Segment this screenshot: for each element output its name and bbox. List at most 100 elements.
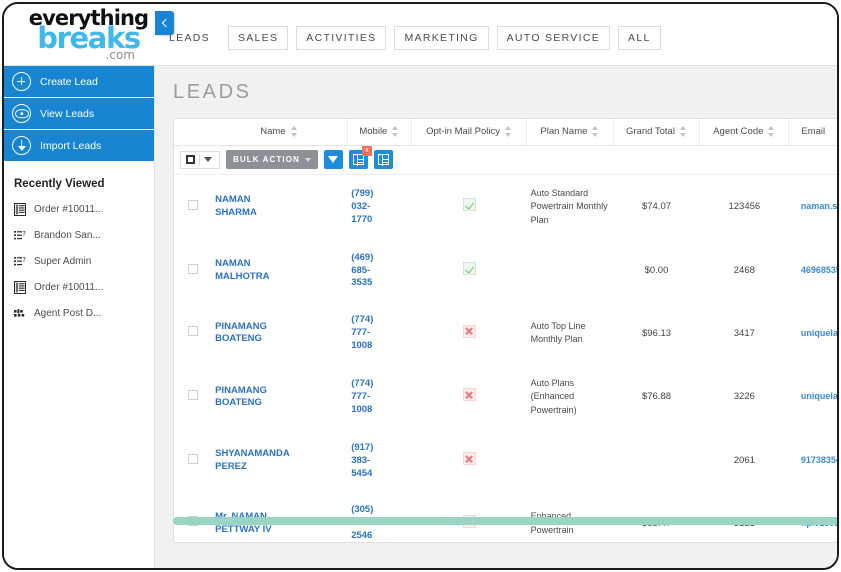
email-link[interactable]: naman.sharma@brainvire.c — [801, 201, 839, 211]
cell-optin — [412, 430, 527, 492]
cell-optin — [412, 175, 527, 240]
nav-tab-all[interactable]: ALL — [618, 26, 661, 50]
th-agent-code[interactable]: Agent Code — [700, 119, 789, 145]
table-row[interactable]: NAMAN SHARMA (799) 032-1770 Auto Standar… — [174, 175, 839, 240]
name-link[interactable]: NAMAN SHARMA — [215, 194, 275, 220]
cell-row-checkbox[interactable] — [174, 430, 211, 492]
name-link[interactable]: SHYANAMANDA PEREZ — [215, 448, 275, 474]
horizontal-scrollbar-track[interactable] — [173, 517, 839, 525]
sort-icon[interactable] — [505, 126, 512, 137]
cell-row-checkbox[interactable] — [174, 175, 211, 240]
email-link[interactable]: uniquelady154@gmail.com — [801, 391, 839, 401]
main-nav: LEADS SALES ACTIVITIES MARKETING AUTO SE… — [159, 26, 661, 50]
row-checkbox[interactable] — [188, 390, 198, 400]
recent-item-agent-post[interactable]: Agent Post D... — [4, 300, 154, 326]
sidebar-collapse-button[interactable] — [155, 11, 174, 35]
cell-email: naman.sharma@brainvire.c — [789, 175, 839, 240]
recent-label-brandon: Brandon San... — [34, 230, 101, 241]
email-link[interactable]: uniquelady154@gmail.com — [801, 328, 839, 338]
checkbox-icon[interactable] — [186, 155, 195, 164]
sidebar-item-view-leads[interactable]: View Leads — [4, 98, 154, 130]
nav-tab-auto-service[interactable]: AUTO SERVICE — [497, 26, 610, 50]
recent-item-order-1[interactable]: Order #10011... — [4, 196, 154, 222]
sort-icon[interactable] — [680, 126, 687, 137]
sidebar-label-create-lead: Create Lead — [40, 76, 98, 88]
sort-icon[interactable] — [768, 126, 775, 137]
cell-mobile: (917) 383-5454 — [347, 430, 411, 492]
sidebar-item-import-leads[interactable]: Import Leads — [4, 130, 154, 162]
th-mobile[interactable]: Mobile — [347, 119, 411, 145]
sort-icon[interactable] — [291, 126, 298, 137]
svg-text:?: ? — [22, 256, 26, 264]
optin-yes-icon — [463, 198, 476, 211]
cell-row-checkbox[interactable] — [174, 240, 211, 302]
plan-name-text: Auto Plans (Enhanced Powertrain) — [531, 378, 577, 416]
row-checkbox[interactable] — [188, 326, 198, 336]
cell-row-checkbox[interactable] — [174, 302, 211, 364]
cell-row-checkbox[interactable] — [174, 365, 211, 430]
mobile-link[interactable]: (799) 032-1770 — [351, 188, 379, 226]
th-grand-total[interactable]: Grand Total — [613, 119, 700, 145]
th-label-name: Name — [260, 126, 285, 137]
cell-optin — [412, 240, 527, 302]
agent-code-text: 123456 — [728, 201, 760, 212]
recent-item-super-admin[interactable]: ? Super Admin — [4, 248, 154, 274]
list-view-button[interactable] — [374, 150, 393, 169]
nav-tab-marketing[interactable]: MARKETING — [394, 26, 488, 50]
th-name[interactable]: Name — [211, 119, 347, 145]
email-link[interactable]: 9173835454@eb.com — [801, 455, 839, 465]
funnel-icon — [328, 156, 338, 163]
mobile-link[interactable]: (774) 777-1008 — [351, 378, 379, 416]
table-row[interactable]: SHYANAMANDA PEREZ (917) 383-5454 2061 91… — [174, 430, 839, 492]
th-label-grand-total: Grand Total — [626, 126, 675, 137]
sidebar-item-create-lead[interactable]: Create Lead — [4, 66, 154, 98]
sidebar: Create Lead View Leads Import Leads Rece… — [4, 66, 155, 570]
agent-code-text: 3226 — [734, 391, 755, 402]
nav-tab-activities[interactable]: ACTIVITIES — [296, 26, 386, 50]
row-checkbox[interactable] — [188, 264, 198, 274]
name-link[interactable]: PINAMANG BOATENG — [215, 385, 275, 411]
brand-logo[interactable]: everything breaks .com — [26, 8, 151, 64]
table-row[interactable]: PINAMANG BOATENG (774) 777-1008 Auto Pla… — [174, 365, 839, 430]
cell-email: 4696853535@eb.com — [789, 240, 839, 302]
mobile-link[interactable]: (774) 777-1008 — [351, 314, 379, 352]
agent-code-text: 2468 — [734, 265, 755, 276]
row-checkbox[interactable] — [188, 200, 198, 210]
sort-icon[interactable] — [392, 126, 399, 137]
page-title: LEADS — [173, 81, 839, 104]
chevron-down-icon — [305, 158, 311, 162]
select-all-dropdown[interactable] — [180, 151, 220, 169]
recent-item-brandon[interactable]: ? Brandon San... — [4, 222, 154, 248]
cell-plan: Auto Top Line Monthly Plan — [527, 302, 614, 364]
th-email[interactable]: Email — [789, 119, 839, 145]
row-checkbox[interactable] — [188, 454, 198, 464]
th-optin-mail-policy[interactable]: Opt-in Mail Policy — [412, 119, 527, 145]
chevron-down-icon[interactable] — [204, 157, 212, 162]
table-head: Name Mobile Opt-in Mail Policy Plan Name — [174, 119, 839, 145]
nav-tab-sales[interactable]: SALES — [228, 26, 288, 50]
cell-mobile: (774) 777-1008 — [347, 365, 411, 430]
sort-icon[interactable] — [592, 126, 599, 137]
sidebar-label-view-leads: View Leads — [40, 108, 94, 120]
horizontal-scrollbar-thumb[interactable] — [173, 517, 839, 525]
table-row[interactable]: PINAMANG BOATENG (774) 777-1008 Auto Top… — [174, 302, 839, 364]
columns-badge[interactable]: x — [362, 146, 372, 156]
plus-circle-icon — [12, 72, 31, 91]
mobile-link[interactable]: (917) 383-5454 — [351, 442, 379, 480]
recent-item-order-2[interactable]: Order #10011... — [4, 274, 154, 300]
grid-dots-icon — [14, 307, 26, 320]
grand-total-text: $96.13 — [642, 328, 671, 339]
th-plan-name[interactable]: Plan Name — [527, 119, 614, 145]
th-label-email: Email — [801, 126, 825, 137]
email-link[interactable]: 4696853535@eb.com — [801, 265, 839, 275]
table-row[interactable]: NAMAN MALHOTRA (469) 685-3535 $0.00 2468… — [174, 240, 839, 302]
table-header-row: Name Mobile Opt-in Mail Policy Plan Name — [174, 119, 839, 145]
name-link[interactable]: NAMAN MALHOTRA — [215, 258, 275, 284]
mobile-link[interactable]: (469) 685-3535 — [351, 252, 379, 290]
filter-button[interactable] — [324, 150, 343, 169]
grand-total-text: $76.88 — [642, 391, 671, 402]
bulk-action-button[interactable]: BULK ACTION — [226, 150, 318, 169]
name-link[interactable]: PINAMANG BOATENG — [215, 321, 275, 347]
cell-grand-total: $74.07 — [613, 175, 700, 240]
columns-settings-button[interactable]: x — [349, 150, 368, 169]
